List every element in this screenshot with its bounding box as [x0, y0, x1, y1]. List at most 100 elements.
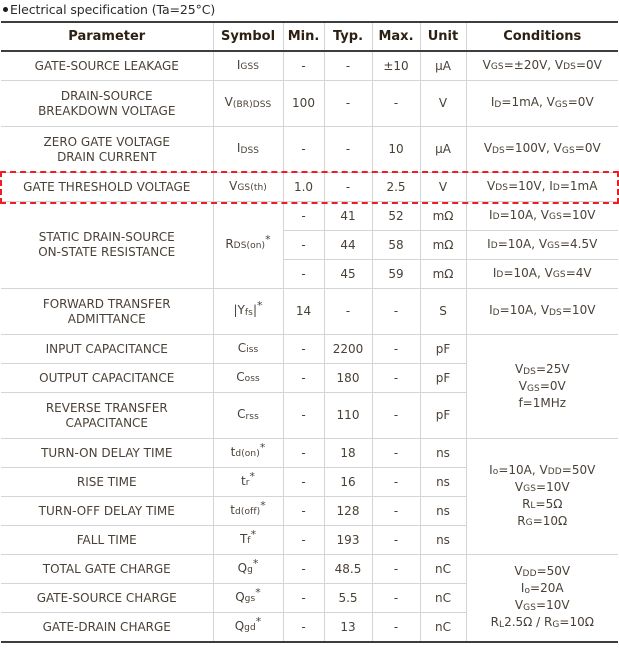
cell-min: 100 [282, 80, 325, 127]
table-row-gate-threshold-voltage: GATE THRESHOLD VOLTAGE VGS(th) 1.0 - 2.5… [1, 172, 618, 202]
cell-max: - [371, 438, 421, 468]
cell-max: - [371, 525, 421, 555]
cell-min: - [283, 259, 325, 289]
cell-typ: 5.5 [323, 583, 373, 613]
condition-line: VGS=±20V, VDS=0V [482, 57, 602, 73]
cell-symbol: IGSS [212, 50, 284, 81]
cell-symbol: Coss [212, 363, 284, 393]
electrical-specification-table: Parameter Symbol Min. Typ. Max. Unit Con… [1, 21, 618, 643]
header-symbol: Symbol [212, 22, 284, 52]
table-row: ZERO GATE VOLTAGE DRAIN CURRENT IDSS - - … [1, 126, 618, 173]
cell-symbol: Tf* [212, 525, 284, 555]
cell-min: 1.0 [282, 172, 325, 202]
table-row: GATE-SOURCE LEAKAGE IGSS - - ±10 μA VGS=… [1, 50, 618, 81]
cell-unit: pF [419, 392, 466, 439]
cell-parameter: OUTPUT CAPACITANCE [1, 363, 214, 393]
condition-line: VDS=100V, VGS=0V [483, 141, 601, 156]
cell-max: 58 [371, 230, 421, 260]
cell-max: - [371, 363, 421, 393]
cell-unit: mΩ [419, 201, 467, 231]
cell-unit: μA [419, 50, 467, 81]
cell-parameter: DRAIN-SOURCE BREAKDOWN VOLTAGE [1, 80, 214, 127]
cell-symbol: Qg* [212, 554, 284, 584]
cell-min: - [282, 126, 325, 173]
cell-typ: 18 [323, 438, 373, 468]
symbol-subscript: GSS [240, 62, 260, 72]
cell-symbol: RDS(on)* [212, 201, 284, 289]
cell-typ: - [323, 80, 373, 127]
cell-max: 10 [371, 126, 421, 173]
cell-parameter: TURN-OFF DELAY TIME [1, 496, 214, 526]
cell-min: - [282, 438, 325, 468]
cell-parameter: GATE-SOURCE CHARGE [1, 583, 214, 613]
cell-parameter: RISE TIME [1, 467, 214, 497]
cell-max: - [371, 554, 421, 584]
header-typ: Typ. [323, 22, 373, 52]
cell-symbol: Qgd* [212, 612, 284, 643]
cell-max: - [371, 80, 421, 127]
cell-typ: 44 [323, 230, 373, 260]
cell-symbol: tr* [212, 467, 284, 497]
cell-unit: nC [419, 554, 467, 584]
cell-typ: - [323, 172, 373, 202]
cell-conditions-capacitance: VDS=25V VGS=0V f=1MHz [465, 334, 618, 439]
condition-line: ID=10A, VGS=4.5V [487, 236, 598, 252]
header-unit: Unit [419, 22, 467, 52]
cell-typ: 13 [323, 612, 373, 643]
cell-unit: S [419, 288, 467, 335]
table-row: DRAIN-SOURCE BREAKDOWN VOLTAGE V(BR)DSS 1… [1, 80, 618, 127]
cell-conditions: ID=10A, VGS=4V [465, 259, 618, 289]
caption-text: Electrical specification (Ta=25°C) [10, 2, 216, 17]
cell-typ: 193 [323, 525, 373, 555]
cell-parameter: TURN-ON DELAY TIME [1, 438, 214, 468]
cell-min: - [282, 50, 325, 81]
cell-conditions: ID=10A, VGS=4.5V [465, 230, 618, 260]
cell-unit: nC [419, 612, 466, 643]
cell-min: - [282, 392, 325, 439]
cell-parameter: FORWARD TRANSFER ADMITTANCE [1, 288, 214, 335]
cell-parameter: GATE-DRAIN CHARGE [1, 612, 214, 643]
cell-max: - [371, 612, 421, 643]
cell-parameter: TOTAL GATE CHARGE [1, 554, 214, 584]
cell-typ: - [323, 126, 373, 173]
cell-parameter: STATIC DRAIN-SOURCE ON-STATE RESISTANCE [1, 201, 214, 289]
cell-typ: - [323, 50, 373, 81]
cell-min: - [282, 554, 325, 584]
cell-unit: V [419, 80, 467, 127]
cell-unit: ns [419, 496, 466, 526]
cell-unit: ns [419, 525, 466, 555]
spec-table-wrapper: Parameter Symbol Min. Typ. Max. Unit Con… [0, 21, 619, 643]
cell-symbol: IDSS [212, 126, 284, 173]
cell-conditions-switching: Io=10A, VDD=50V VGS=10V RL=5Ω RG=10Ω [465, 438, 618, 555]
header-min: Min. [282, 22, 325, 52]
cell-typ: 110 [323, 392, 373, 439]
cell-unit: V [419, 172, 467, 202]
table-row: FORWARD TRANSFER ADMITTANCE |Yfs|* 14 - -… [1, 288, 618, 335]
cell-symbol: Crss [212, 392, 284, 439]
cell-min: - [282, 612, 325, 643]
cell-min: 14 [282, 288, 325, 335]
cell-max: - [371, 334, 421, 364]
cell-max: - [371, 467, 421, 497]
cell-unit: nC [419, 583, 466, 613]
table-row: INPUT CAPACITANCE Ciss - 2200 - pF VDS=2… [1, 334, 618, 439]
cell-typ: 16 [323, 467, 373, 497]
cell-conditions: ID=1mA, VGS=0V [465, 80, 618, 127]
cell-parameter: FALL TIME [1, 525, 214, 555]
cell-parameter: ZERO GATE VOLTAGE DRAIN CURRENT [1, 126, 214, 173]
cell-symbol: Ciss [212, 334, 284, 364]
cell-min: - [282, 363, 325, 393]
cell-symbol: |Yfs|* [212, 288, 284, 335]
cell-max: - [371, 496, 421, 526]
header-parameter: Parameter [1, 22, 214, 52]
cell-min: - [282, 496, 325, 526]
condition-line: ID=10A, VGS=10V [489, 207, 596, 223]
cell-typ: 2200 [323, 334, 373, 364]
cell-symbol: td(off)* [212, 496, 284, 526]
condition-line: ID=10A, VGS=4V [492, 265, 592, 281]
cell-min: - [282, 201, 325, 231]
cell-conditions: ID=10A, VDS=10V [465, 288, 618, 335]
cell-min: - [282, 525, 325, 555]
cell-max: - [371, 583, 421, 613]
cell-symbol: V(BR)DSS [212, 80, 284, 127]
